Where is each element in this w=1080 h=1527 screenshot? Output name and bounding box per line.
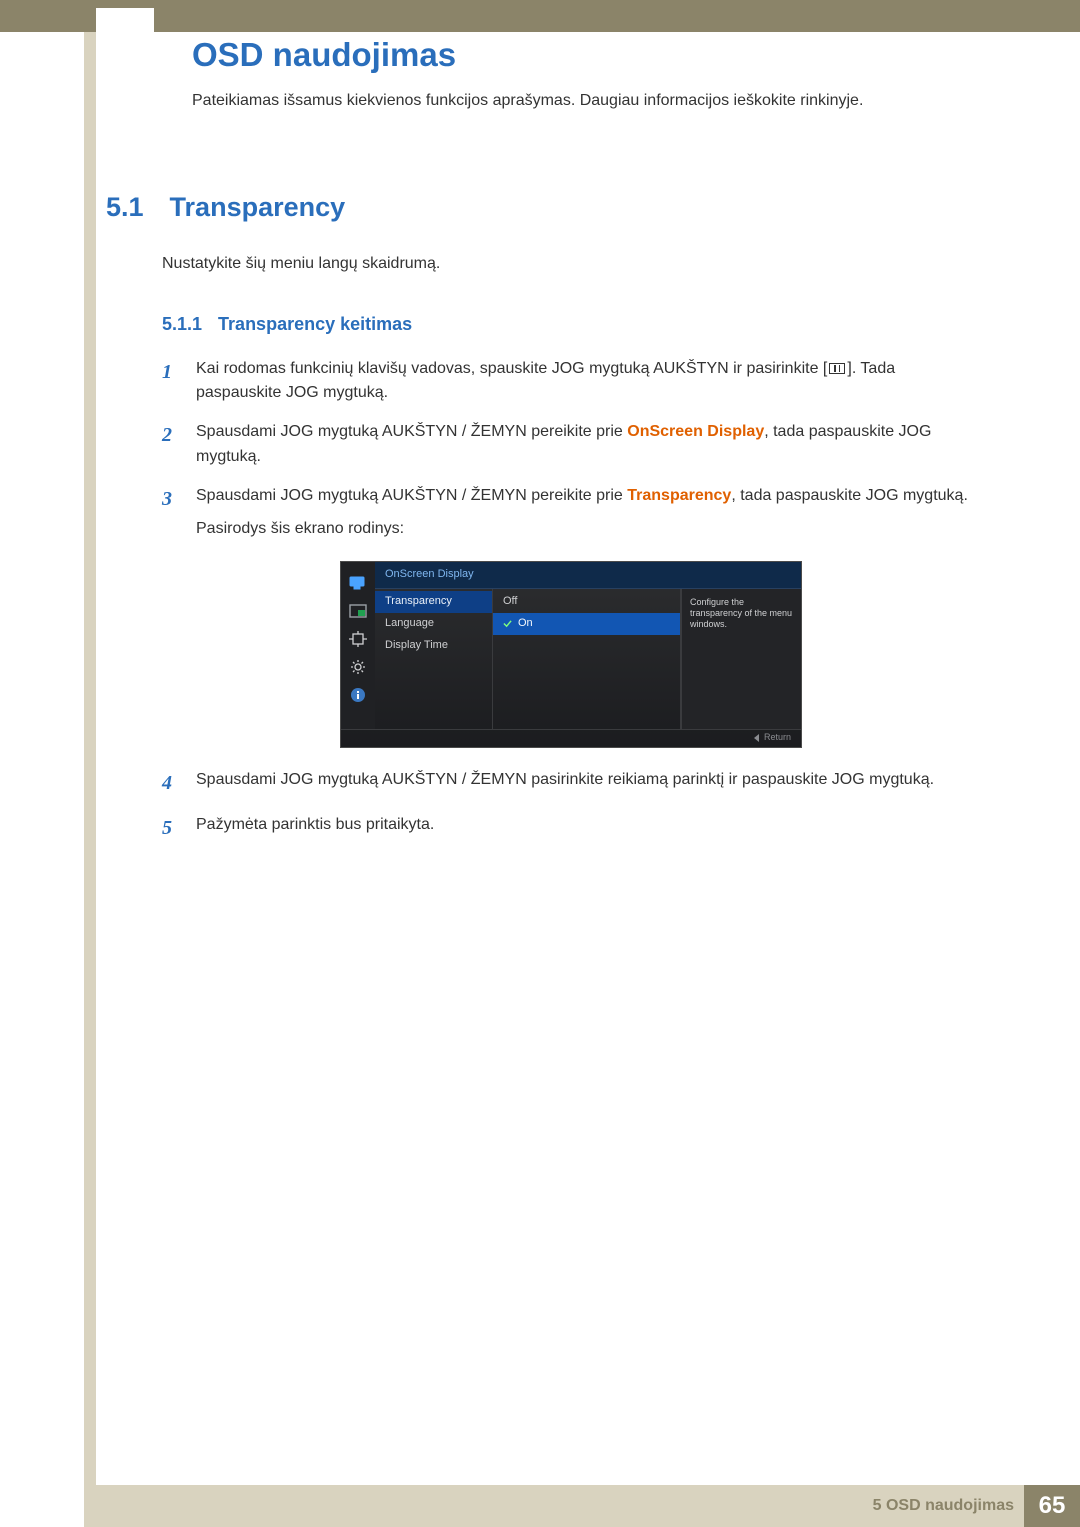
triangle-left-icon <box>754 734 759 742</box>
page-footer: 5 OSD naudojimas 65 <box>0 1485 1080 1527</box>
section-title: Transparency <box>170 192 346 223</box>
step-number: 3 <box>162 484 180 542</box>
resize-icon <box>349 632 367 646</box>
page-title: OSD naudojimas <box>192 36 456 74</box>
picture-icon <box>349 604 367 618</box>
header-bar <box>0 0 1080 32</box>
highlight-onscreen-display: OnScreen Display <box>627 423 764 440</box>
osd-header: OnScreen Display <box>375 562 801 588</box>
step-aftertext: Pasirodys šis ekrano rodinys: <box>196 517 968 542</box>
step-number: 4 <box>162 768 180 799</box>
osd-menu-list: Transparency Language Display Time <box>375 589 493 729</box>
step-2: 2 Spausdami JOG mygtuką AUKŠTYN / ŽEMYN … <box>162 420 980 470</box>
osd-item-displaytime[interactable]: Display Time <box>375 635 492 657</box>
step-5: 5 Pažymėta parinktis bus pritaikyta. <box>162 813 980 844</box>
osd-item-language[interactable]: Language <box>375 613 492 635</box>
osd-item-transparency[interactable]: Transparency <box>375 591 492 613</box>
osd-value-list: Off On <box>493 589 681 729</box>
section-number: 5.1 <box>106 192 144 223</box>
highlight-transparency: Transparency <box>627 487 731 504</box>
gear-icon <box>349 660 367 674</box>
step-text: Spausdami JOG mygtuką AUKŠTYN / ŽEMYN pa… <box>196 768 934 799</box>
step-number: 2 <box>162 420 180 470</box>
footer-chapter-label: 5 OSD naudojimas <box>873 1497 1024 1515</box>
page-number: 65 <box>1024 1485 1080 1527</box>
chapter-number-block <box>96 8 154 58</box>
step-number: 5 <box>162 813 180 844</box>
step-number: 1 <box>162 357 180 407</box>
subsection-title: Transparency keitimas <box>218 314 412 334</box>
step-list: 1 Kai rodomas funkcinių klavišų vadovas,… <box>162 357 980 542</box>
osd-option-off[interactable]: Off <box>493 591 680 613</box>
osd-window: OnScreen Display Transparency Language D… <box>340 561 802 747</box>
info-icon <box>349 688 367 702</box>
step-text: Kai rodomas funkcinių klavišų vadovas, s… <box>196 357 980 407</box>
monitor-icon <box>349 576 367 590</box>
check-icon <box>503 619 512 628</box>
menu-icon <box>829 363 845 374</box>
step-3: 3 Spausdami JOG mygtuką AUKŠTYN / ŽEMYN … <box>162 484 980 542</box>
osd-icon-column <box>341 562 375 728</box>
osd-footer: Return <box>341 729 801 747</box>
left-margin-strip <box>84 32 96 1485</box>
subsection-heading: 5.1.1 Transparency keitimas <box>162 311 980 339</box>
osd-option-on[interactable]: On <box>493 613 680 635</box>
step-text: Spausdami JOG mygtuką AUKŠTYN / ŽEMYN pe… <box>196 420 980 470</box>
step-4: 4 Spausdami JOG mygtuką AUKŠTYN / ŽEMYN … <box>162 768 980 799</box>
section-body-text: Nustatykite šių meniu langų skaidrumą. <box>162 252 980 277</box>
osd-tooltip: Configure the transparency of the menu w… <box>681 589 801 729</box>
subsection-number: 5.1.1 <box>162 314 202 334</box>
step-text: Pažymėta parinktis bus pritaikyta. <box>196 813 434 844</box>
section-heading: 5.1 Transparency <box>106 192 345 223</box>
step-1: 1 Kai rodomas funkcinių klavišų vadovas,… <box>162 357 980 407</box>
step-text: Spausdami JOG mygtuką AUKŠTYN / ŽEMYN pe… <box>196 484 968 542</box>
step-list-continued: 4 Spausdami JOG mygtuką AUKŠTYN / ŽEMYN … <box>162 768 980 844</box>
osd-return-label: Return <box>764 731 791 745</box>
intro-text: Pateikiamas išsamus kiekvienos funkcijos… <box>192 92 863 110</box>
